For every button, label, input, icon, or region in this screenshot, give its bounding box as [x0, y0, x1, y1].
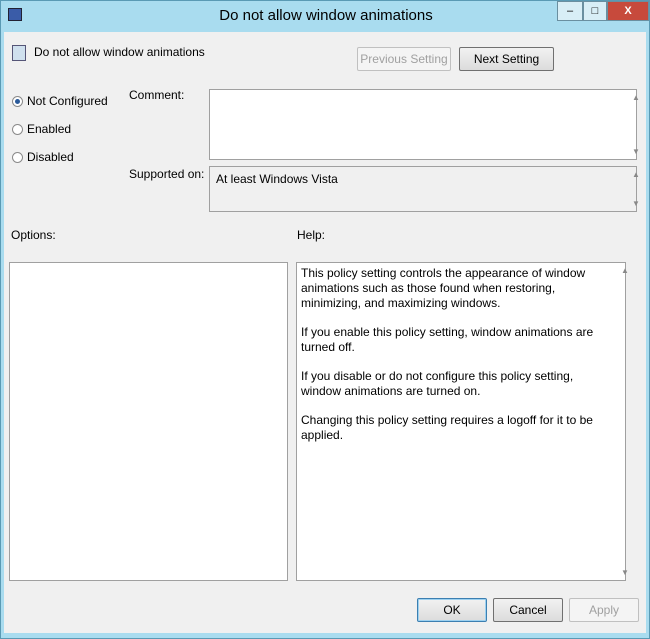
- previous-setting-button[interactable]: Previous Setting: [357, 47, 451, 71]
- cancel-button[interactable]: Cancel: [493, 598, 563, 622]
- help-label: Help:: [297, 228, 326, 242]
- supported-label: Supported on:: [129, 167, 205, 181]
- dialog-window: Do not allow window animations – □ X Do …: [0, 0, 650, 639]
- comment-label: Comment:: [129, 88, 185, 102]
- help-panel: This policy setting controls the appeara…: [296, 262, 629, 581]
- close-button[interactable]: X: [607, 1, 649, 21]
- minimize-button[interactable]: –: [557, 1, 583, 21]
- help-paragraph: If you disable or do not configure this …: [301, 369, 574, 398]
- next-setting-button[interactable]: Next Setting: [459, 47, 554, 71]
- radio-enabled[interactable]: Enabled: [12, 122, 71, 136]
- help-paragraph: Changing this policy setting requires a …: [301, 413, 593, 442]
- radio-disabled[interactable]: Disabled: [12, 150, 74, 164]
- radio-label: Disabled: [27, 150, 74, 164]
- policy-name: Do not allow window animations: [34, 45, 205, 59]
- radio-label: Enabled: [27, 122, 72, 136]
- options-label: Options:: [11, 228, 56, 242]
- radio-dot[interactable]: [12, 123, 23, 135]
- maximize-button[interactable]: □: [583, 1, 607, 21]
- supported-field: At least Windows Vista ▲ ▼: [209, 166, 640, 212]
- ok-button[interactable]: OK: [417, 598, 487, 622]
- help-paragraph: This policy setting controls the appeara…: [301, 266, 586, 310]
- window-title: Do not allow window animations: [219, 7, 433, 24]
- apply-button[interactable]: Apply: [569, 598, 639, 622]
- comment-input[interactable]: ▲ ▼: [209, 89, 640, 160]
- scrollbar[interactable]: ▲ ▼: [609, 263, 629, 580]
- radio-dot[interactable]: [12, 151, 23, 163]
- help-paragraph: If you enable this policy setting, windo…: [301, 325, 594, 354]
- scrollbar[interactable]: ▲ ▼: [620, 90, 640, 159]
- scrollbar[interactable]: ▲ ▼: [620, 167, 640, 211]
- radio-label: Not Configured: [27, 94, 108, 108]
- radio-dot[interactable]: [12, 95, 23, 107]
- radio-not-configured[interactable]: Not Configured: [12, 94, 108, 108]
- options-panel: [9, 262, 288, 581]
- policy-icon: [12, 45, 26, 61]
- supported-value: At least Windows Vista: [216, 172, 338, 186]
